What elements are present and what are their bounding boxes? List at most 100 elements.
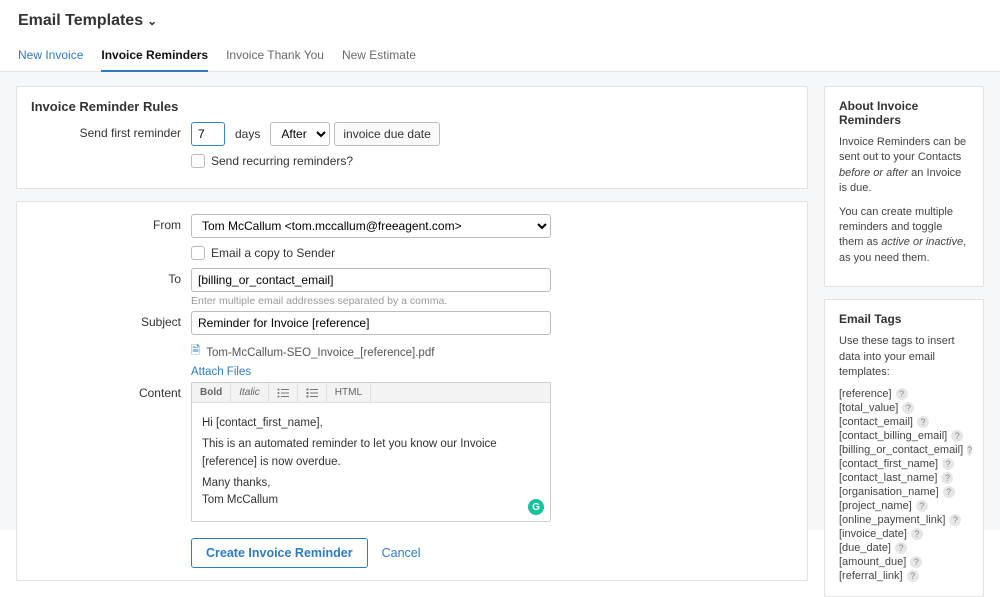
email-form-panel: From Tom McCallum <tom.mccallum@freeagen…: [16, 201, 808, 581]
email-tag-text: [contact_first_name]: [839, 458, 938, 470]
help-icon[interactable]: ?: [943, 486, 955, 498]
email-tag-text: [contact_email]: [839, 416, 913, 428]
to-label: To: [31, 268, 191, 286]
cancel-link[interactable]: Cancel: [382, 546, 421, 560]
email-tag[interactable]: [contact_first_name]?: [839, 458, 969, 470]
email-copy-label: Email a copy to Sender: [211, 246, 335, 260]
email-tag-text: [due_date]: [839, 542, 891, 554]
email-tag-text: [total_value]: [839, 402, 898, 414]
rte-bold-button[interactable]: Bold: [192, 383, 231, 402]
email-tag[interactable]: [invoice_date]?: [839, 528, 969, 540]
anchor-pill: invoice due date: [334, 122, 439, 146]
help-icon[interactable]: ?: [911, 528, 923, 540]
left-column: Invoice Reminder Rules Send first remind…: [16, 86, 808, 516]
email-tag-text: [invoice_date]: [839, 528, 907, 540]
content-line-3: Many thanks,: [202, 477, 270, 489]
email-tag-text: [reference]: [839, 388, 892, 400]
tab-new-invoice[interactable]: New Invoice: [18, 42, 83, 71]
recurring-checkbox-row[interactable]: Send recurring reminders?: [191, 154, 551, 168]
rte-toolbar: Bold Italic HTML: [192, 383, 550, 403]
send-first-reminder-label: Send first reminder: [31, 122, 191, 140]
help-icon[interactable]: ?: [917, 416, 929, 428]
file-icon: 🗎: [191, 343, 200, 362]
rte-html-button[interactable]: HTML: [327, 383, 371, 402]
rte-bullet-list-button[interactable]: [269, 384, 298, 402]
email-tag[interactable]: [organisation_name]?: [839, 486, 969, 498]
help-icon[interactable]: ?: [942, 458, 954, 470]
email-tag[interactable]: [amount_due]?: [839, 556, 969, 568]
to-help-text: Enter multiple email addresses separated…: [191, 295, 551, 307]
subject-label: Subject: [31, 311, 191, 329]
to-input[interactable]: [191, 268, 551, 292]
email-tag[interactable]: [referral_link]?: [839, 570, 969, 582]
content-editor: Bold Italic HTML Hi [contact_first_nam: [191, 382, 551, 522]
about-p1: Invoice Reminders can be sent out to you…: [839, 135, 969, 197]
create-invoice-reminder-button[interactable]: Create Invoice Reminder: [191, 538, 368, 568]
help-icon[interactable]: ?: [941, 472, 953, 484]
rte-body[interactable]: Hi [contact_first_name], This is an auto…: [192, 403, 550, 521]
email-tag[interactable]: [total_value]?: [839, 402, 969, 414]
email-tag-text: [referral_link]: [839, 570, 903, 582]
tags-list: [reference]?[total_value]?[contact_email…: [839, 388, 969, 582]
help-icon[interactable]: ?: [896, 388, 908, 400]
email-copy-checkbox[interactable]: [191, 246, 205, 260]
email-tag[interactable]: [due_date]?: [839, 542, 969, 554]
rules-panel-title: Invoice Reminder Rules: [31, 99, 793, 114]
help-icon[interactable]: ?: [951, 430, 963, 442]
rte-numbered-list-button[interactable]: [298, 384, 327, 402]
email-tag-text: [amount_due]: [839, 556, 906, 568]
page-title-text: Email Templates: [18, 12, 143, 30]
attachment-filename: Tom-McCallum-SEO_Invoice_[reference].pdf: [206, 347, 434, 359]
email-tag-text: [organisation_name]: [839, 486, 939, 498]
rte-italic-button[interactable]: Italic: [231, 383, 269, 402]
email-tag[interactable]: [reference]?: [839, 388, 969, 400]
tab-new-estimate[interactable]: New Estimate: [342, 42, 416, 71]
tags-intro: Use these tags to insert data into your …: [839, 334, 969, 380]
from-select[interactable]: Tom McCallum <tom.mccallum@freeagent.com…: [191, 214, 551, 238]
subject-input[interactable]: [191, 311, 551, 335]
content-line-1: Hi [contact_first_name],: [202, 415, 540, 432]
header: Email Templates ⌄: [0, 0, 1000, 34]
email-tag[interactable]: [contact_email]?: [839, 416, 969, 428]
grammarly-icon: G: [528, 499, 544, 515]
help-icon[interactable]: ?: [967, 444, 972, 456]
content-line-4: Tom McCallum: [202, 494, 278, 506]
email-tag[interactable]: [online_payment_link]?: [839, 514, 969, 526]
help-icon[interactable]: ?: [949, 514, 961, 526]
help-icon[interactable]: ?: [910, 556, 922, 568]
page-title-dropdown[interactable]: Email Templates ⌄: [18, 12, 157, 30]
attachment-line: 🗎 Tom-McCallum-SEO_Invoice_[reference].p…: [191, 343, 551, 362]
email-tag[interactable]: [billing_or_contact_email]?: [839, 444, 969, 456]
about-panel-title: About Invoice Reminders: [839, 99, 969, 127]
email-tag[interactable]: [project_name]?: [839, 500, 969, 512]
help-icon[interactable]: ?: [895, 542, 907, 554]
email-tag-text: [project_name]: [839, 500, 912, 512]
help-icon[interactable]: ?: [916, 500, 928, 512]
tabs: New Invoice Invoice Reminders Invoice Th…: [0, 42, 1000, 72]
days-input[interactable]: [191, 122, 225, 146]
tags-panel: Email Tags Use these tags to insert data…: [824, 299, 984, 597]
tab-invoice-reminders[interactable]: Invoice Reminders: [101, 42, 208, 72]
email-copy-row[interactable]: Email a copy to Sender: [191, 246, 551, 260]
email-tag[interactable]: [contact_billing_email]?: [839, 430, 969, 442]
tab-invoice-thank-you[interactable]: Invoice Thank You: [226, 42, 324, 71]
rules-panel: Invoice Reminder Rules Send first remind…: [16, 86, 808, 189]
direction-select[interactable]: After: [270, 122, 330, 146]
email-tag-text: [contact_billing_email]: [839, 430, 947, 442]
content-label: Content: [31, 382, 191, 400]
email-tag[interactable]: [contact_last_name]?: [839, 472, 969, 484]
help-icon[interactable]: ?: [907, 570, 919, 582]
days-unit: days: [229, 127, 266, 141]
body: Invoice Reminder Rules Send first remind…: [0, 72, 1000, 530]
recurring-checkbox[interactable]: [191, 154, 205, 168]
help-icon[interactable]: ?: [902, 402, 914, 414]
email-tag-text: [online_payment_link]: [839, 514, 945, 526]
recurring-label: Send recurring reminders?: [211, 154, 353, 168]
action-row: Create Invoice Reminder Cancel: [31, 530, 793, 568]
from-label: From: [31, 214, 191, 232]
attach-files-link[interactable]: Attach Files: [191, 366, 251, 378]
chevron-down-icon: ⌄: [147, 14, 157, 28]
email-tag-text: [contact_last_name]: [839, 472, 937, 484]
about-panel: About Invoice Reminders Invoice Reminder…: [824, 86, 984, 287]
content-line-2: This is an automated reminder to let you…: [202, 436, 540, 471]
